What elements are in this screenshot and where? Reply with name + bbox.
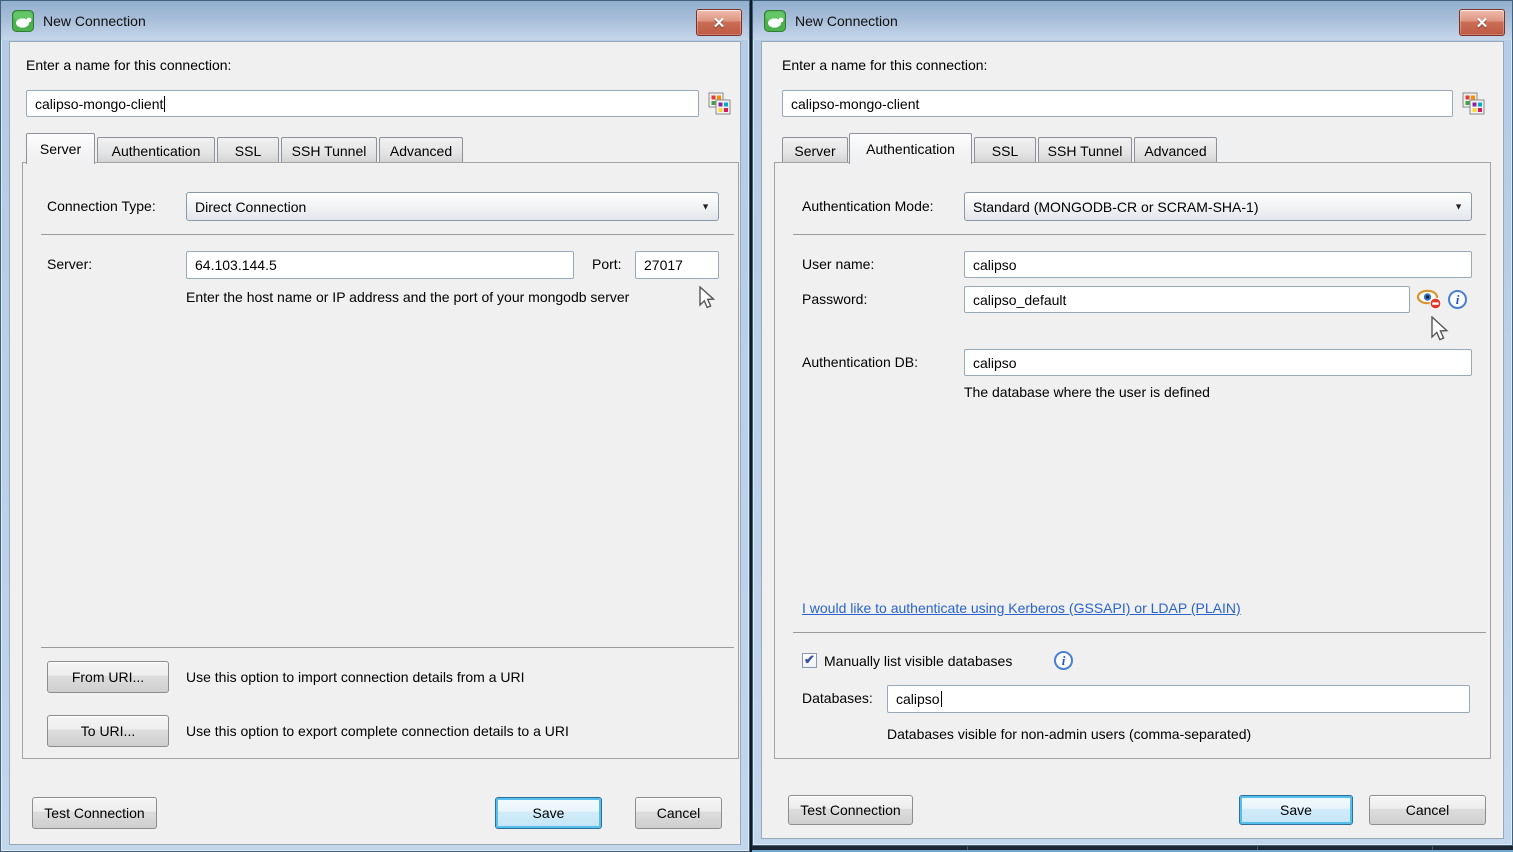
divider xyxy=(41,234,734,235)
cancel-button[interactable]: Cancel xyxy=(635,797,722,829)
tab-server[interactable]: Server xyxy=(782,137,848,163)
save-button[interactable]: Save xyxy=(1239,795,1353,825)
manual-databases-checkbox[interactable]: ✔ xyxy=(802,653,817,668)
port-label: Port: xyxy=(592,256,622,273)
manual-databases-label: Manually list visible databases xyxy=(824,653,1012,670)
tab-ssl[interactable]: SSL xyxy=(217,137,279,163)
tab-authentication[interactable]: Authentication xyxy=(97,137,215,163)
password-input[interactable]: calipso_default xyxy=(964,286,1410,313)
new-connection-dialog-server: New Connection ✕ Enter a name for this c… xyxy=(0,0,750,852)
auth-db-label: Authentication DB: xyxy=(802,354,918,371)
color-palette-icon xyxy=(708,92,734,117)
databases-help-text: Databases visible for non-admin users (c… xyxy=(887,726,1251,743)
chevron-down-icon: ▼ xyxy=(1454,201,1463,211)
tab-ssh-tunnel[interactable]: SSH Tunnel xyxy=(281,137,377,163)
tab-advanced[interactable]: Advanced xyxy=(1134,137,1217,163)
title-bar: New Connection ✕ xyxy=(1,1,749,40)
to-uri-button[interactable]: To URI... xyxy=(47,715,169,747)
connection-name-label: Enter a name for this connection: xyxy=(782,57,987,74)
color-palette-button[interactable] xyxy=(1462,92,1488,117)
server-input[interactable]: 64.103.144.5 xyxy=(186,251,574,279)
tab-server[interactable]: Server xyxy=(26,133,95,164)
server-help-text: Enter the host name or IP address and th… xyxy=(186,289,629,306)
tab-ssl[interactable]: SSL xyxy=(974,137,1036,163)
databases-label: Databases: xyxy=(802,690,873,707)
mouse-cursor-icon xyxy=(698,286,718,310)
background-window-strip xyxy=(752,846,1513,852)
test-connection-button[interactable]: Test Connection xyxy=(32,797,157,829)
text-caret xyxy=(941,691,942,707)
window-title: New Connection xyxy=(795,13,898,29)
connection-type-select[interactable]: Direct Connection ▼ xyxy=(186,192,719,221)
auth-db-input[interactable]: calipso xyxy=(964,349,1472,376)
eye-hide-icon xyxy=(1416,287,1443,311)
tab-authentication[interactable]: Authentication xyxy=(849,133,972,164)
text-caret xyxy=(164,96,165,112)
hide-password-button[interactable] xyxy=(1416,287,1443,311)
connection-name-label: Enter a name for this connection: xyxy=(26,57,231,74)
cancel-button[interactable]: Cancel xyxy=(1369,795,1486,825)
divider xyxy=(41,647,734,648)
auth-mode-label: Authentication Mode: xyxy=(802,198,934,215)
databases-input[interactable]: calipso xyxy=(887,685,1470,713)
app-logo-icon xyxy=(12,10,34,32)
divider xyxy=(793,632,1486,633)
connection-name-input[interactable]: calipso-mongo-client xyxy=(26,90,699,117)
title-bar: New Connection ✕ xyxy=(753,1,1512,40)
close-icon[interactable]: ✕ xyxy=(1459,9,1505,36)
dialog-content: Enter a name for this connection: calips… xyxy=(9,41,741,845)
new-connection-dialog-authentication: New Connection ✕ Enter a name for this c… xyxy=(752,0,1513,846)
mouse-cursor-icon xyxy=(1430,316,1452,342)
from-uri-help-text: Use this option to import connection det… xyxy=(186,669,525,686)
authentication-tab-panel: Authentication Mode: Standard (MONGODB-C… xyxy=(774,162,1491,759)
kerberos-ldap-link[interactable]: I would like to authenticate using Kerbe… xyxy=(802,600,1241,617)
from-uri-button[interactable]: From URI... xyxy=(47,661,169,693)
databases-info-icon[interactable]: i xyxy=(1054,651,1073,670)
auth-mode-select[interactable]: Standard (MONGODB-CR or SCRAM-SHA-1) ▼ xyxy=(964,192,1472,221)
test-connection-button[interactable]: Test Connection xyxy=(788,795,913,825)
check-icon: ✔ xyxy=(804,653,815,666)
username-label: User name: xyxy=(802,256,874,273)
close-icon[interactable]: ✕ xyxy=(696,9,742,36)
username-input[interactable]: calipso xyxy=(964,251,1472,278)
color-palette-icon xyxy=(1462,92,1488,117)
auth-db-help-text: The database where the user is defined xyxy=(964,384,1210,401)
connection-name-input[interactable]: calipso-mongo-client xyxy=(782,90,1453,117)
color-palette-button[interactable] xyxy=(708,92,734,117)
password-label: Password: xyxy=(802,291,867,308)
save-button[interactable]: Save xyxy=(495,797,602,829)
dialog-content: Enter a name for this connection: calips… xyxy=(761,41,1504,839)
chevron-down-icon: ▼ xyxy=(701,201,710,211)
password-info-icon[interactable]: i xyxy=(1448,290,1467,309)
server-tab-panel: Connection Type: Direct Connection ▼ Ser… xyxy=(22,162,739,759)
window-title: New Connection xyxy=(43,13,146,29)
tab-ssh-tunnel[interactable]: SSH Tunnel xyxy=(1038,137,1132,163)
server-label: Server: xyxy=(47,256,92,273)
port-input[interactable]: 27017 xyxy=(635,251,719,279)
connection-type-label: Connection Type: xyxy=(47,198,156,215)
divider xyxy=(793,234,1486,235)
tab-advanced[interactable]: Advanced xyxy=(379,137,463,163)
to-uri-help-text: Use this option to export complete conne… xyxy=(186,723,569,740)
app-logo-icon xyxy=(764,10,786,32)
